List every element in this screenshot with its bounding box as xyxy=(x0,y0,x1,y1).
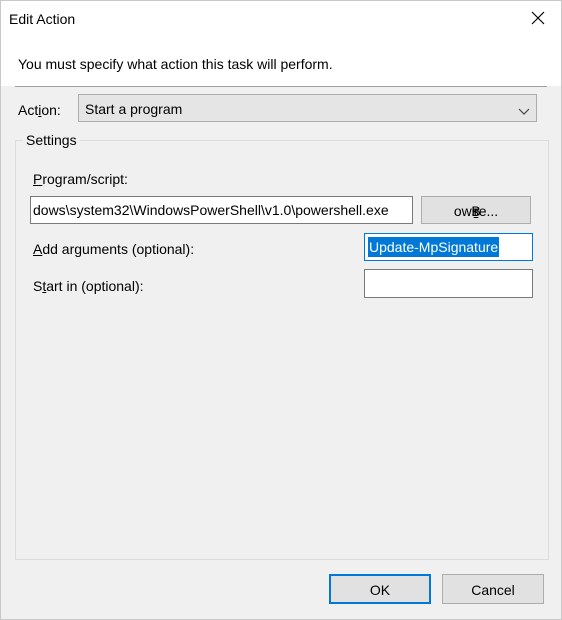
arguments-label-accel: A xyxy=(33,241,43,257)
action-label-part: Act xyxy=(18,102,39,118)
program-label-part: rogram/script: xyxy=(42,171,128,187)
start-in-label: Start in (optional): xyxy=(33,278,144,294)
close-icon xyxy=(531,11,545,28)
cancel-button[interactable]: Cancel xyxy=(442,574,544,604)
header-separator xyxy=(15,86,547,87)
cancel-button-label: Cancel xyxy=(471,582,515,598)
program-script-label: Program/script: xyxy=(33,171,128,187)
browse-button[interactable]: Br owse... xyxy=(421,196,531,224)
start-in-label-part: S xyxy=(33,278,43,294)
program-script-value: dows\system32\WindowsPowerShell\v1.0\pow… xyxy=(33,202,389,218)
chevron-down-icon xyxy=(518,103,530,119)
action-label: Action: xyxy=(18,102,61,118)
program-script-input[interactable]: dows\system32\WindowsPowerShell\v1.0\pow… xyxy=(30,196,413,224)
ok-button[interactable]: OK xyxy=(329,574,431,604)
action-label-part: on: xyxy=(41,102,61,118)
start-in-input[interactable] xyxy=(364,269,533,298)
arguments-label-part: dd arguments (optional): xyxy=(42,241,195,257)
close-button[interactable] xyxy=(515,1,561,38)
instruction-text: You must specify what action this task w… xyxy=(18,56,333,72)
ok-button-label: OK xyxy=(369,582,391,598)
action-dropdown-value: Start a program xyxy=(85,101,183,117)
start-in-label-part: art in (optional): xyxy=(46,278,144,294)
arguments-selected-text: Update-MpSignature xyxy=(368,237,500,257)
settings-group-title: Settings xyxy=(23,132,80,148)
arguments-input[interactable]: Update-MpSignature xyxy=(364,233,533,261)
instruction-band: You must specify what action this task w… xyxy=(1,38,561,86)
action-dropdown[interactable]: Start a program xyxy=(78,94,537,122)
edit-action-dialog: Edit Action You must specify what action… xyxy=(0,0,562,620)
title-bar: Edit Action xyxy=(1,1,561,38)
arguments-label: Add arguments (optional): xyxy=(33,241,194,257)
browse-button-label: Br owse... xyxy=(422,203,530,219)
program-label-accel: P xyxy=(33,171,43,187)
dialog-title: Edit Action xyxy=(9,11,76,27)
browse-label-part: owse... xyxy=(453,203,499,219)
